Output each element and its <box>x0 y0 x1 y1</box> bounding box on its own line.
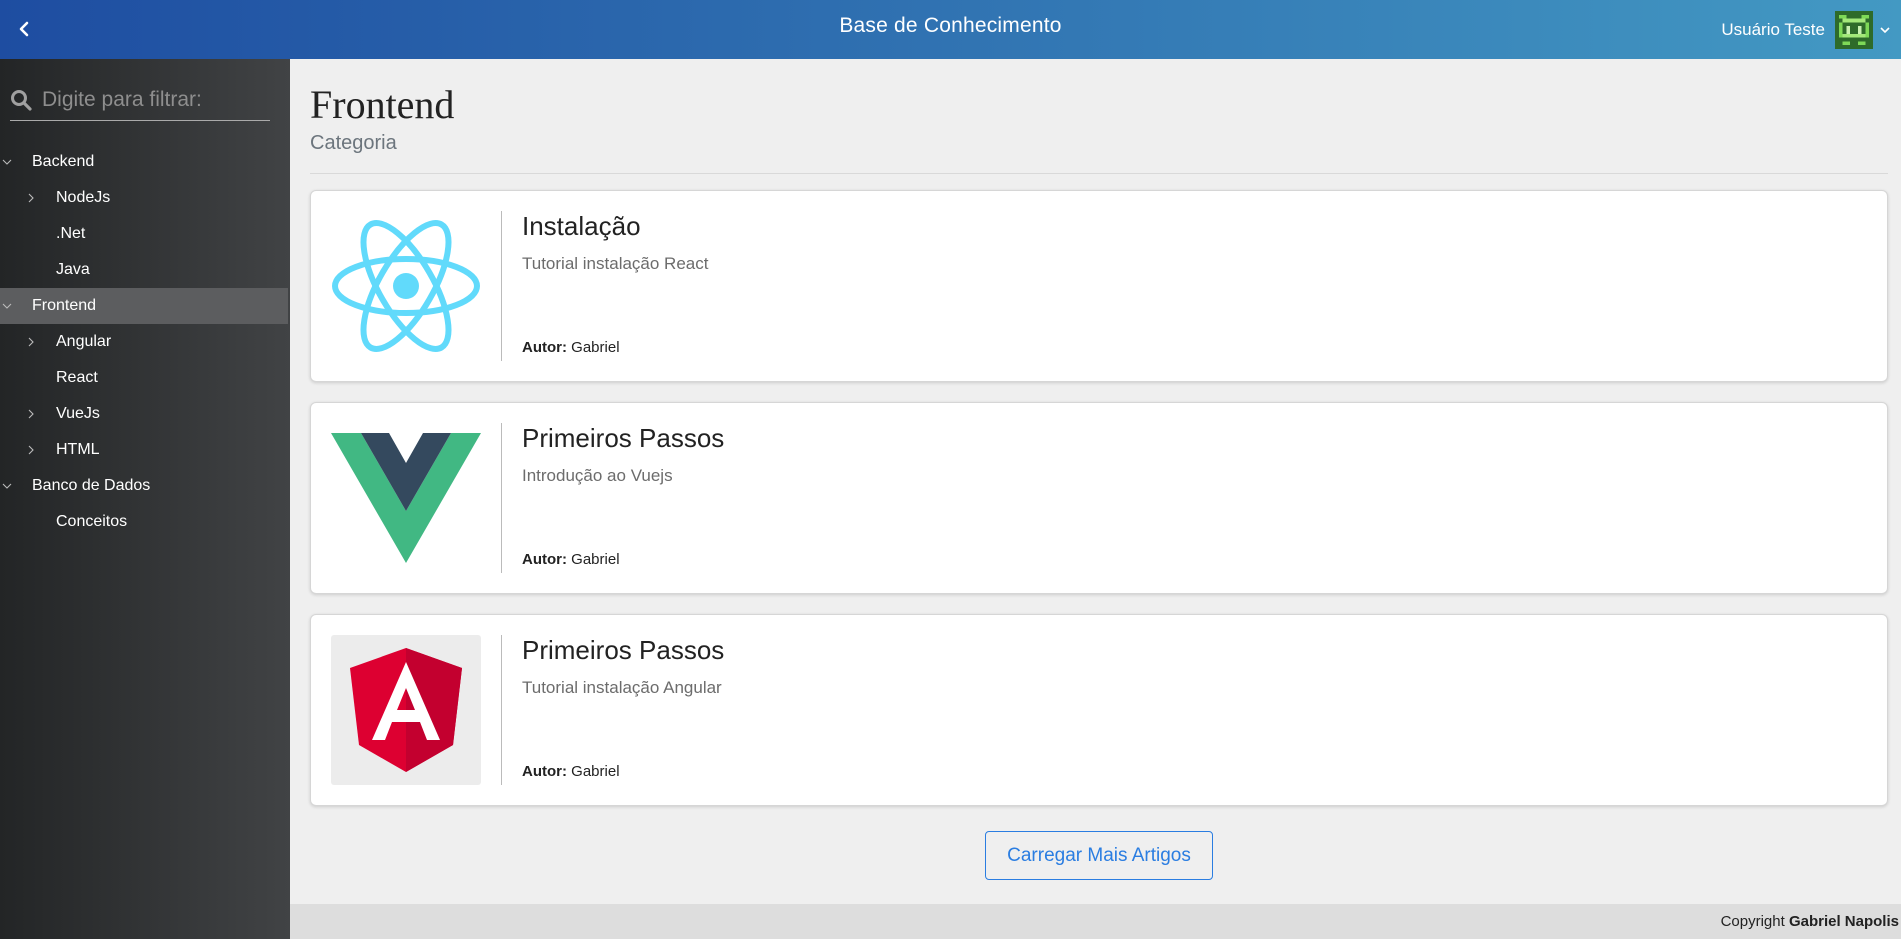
footer: Copyright Gabriel Napolis <box>290 904 1901 939</box>
react-icon <box>332 220 480 352</box>
author-label: Autor: <box>522 339 567 356</box>
app-title: Base de Conhecimento <box>839 14 1062 37</box>
tree-item-label: Frontend <box>32 297 97 314</box>
top-header: Base de Conhecimento Usuário Teste <box>0 0 1901 59</box>
article-title: Instalação <box>522 211 641 241</box>
chevron-right-icon[interactable] <box>26 409 36 419</box>
author-label: Autor: <box>522 763 567 780</box>
chevron-right-icon[interactable] <box>26 193 36 203</box>
author-name: Gabriel <box>571 763 620 780</box>
article-card[interactable]: Primeiros Passos Introdução ao Vuejs Aut… <box>310 402 1888 594</box>
user-menu[interactable]: Usuário Teste <box>1721 0 1901 59</box>
article-author: Autor: Gabriel <box>522 551 620 568</box>
author-name: Gabriel <box>571 551 620 568</box>
tree-item-label: React <box>56 369 98 386</box>
angular-icon <box>350 648 462 772</box>
article-description: Tutorial instalação React <box>522 254 709 273</box>
article-card[interactable]: Instalação Tutorial instalação React Aut… <box>310 190 1888 382</box>
tree-item-label: VueJs <box>56 405 100 422</box>
tree-item-backend[interactable]: Backend <box>0 144 288 180</box>
tree-item-banco-de-dados[interactable]: Banco de Dados <box>0 468 288 504</box>
vue-logo <box>331 423 481 573</box>
sidebar: Backend NodeJs .Net Java Frontend Angula… <box>0 59 290 939</box>
article-author: Autor: Gabriel <box>522 339 620 356</box>
tree-item-java[interactable]: Java <box>0 252 288 288</box>
tree-item-label: HTML <box>56 441 100 458</box>
tree-item-label: .Net <box>56 225 86 242</box>
tree-item-vuejs[interactable]: VueJs <box>0 396 288 432</box>
article-description: Tutorial instalação Angular <box>522 678 722 697</box>
tree-item-label: Java <box>56 261 90 278</box>
chevron-down-icon[interactable] <box>2 301 12 311</box>
load-more-button[interactable]: Carregar Mais Artigos <box>985 831 1213 880</box>
divider <box>310 173 1888 174</box>
article-title: Primeiros Passos <box>522 635 725 665</box>
main-content: Frontend Categoria Instalação Tutorial i… <box>290 59 1901 904</box>
tree-item-label: Backend <box>32 153 95 170</box>
author-label: Autor: <box>522 551 567 568</box>
chevron-right-icon[interactable] <box>26 337 36 347</box>
chevron-down-icon[interactable] <box>2 481 12 491</box>
tree-item-conceitos[interactable]: Conceitos <box>0 504 288 540</box>
article-title: Primeiros Passos <box>522 423 725 453</box>
angular-logo <box>331 635 481 785</box>
tree-item-label: Conceitos <box>56 513 128 530</box>
tree-item-label: Banco de Dados <box>32 477 151 494</box>
search-input[interactable] <box>42 87 262 112</box>
tree-item-angular[interactable]: Angular <box>0 324 288 360</box>
user-name: Usuário Teste <box>1721 19 1825 39</box>
copyright-label: Copyright <box>1720 913 1785 930</box>
article-author: Autor: Gabriel <box>522 763 620 780</box>
page-title: Frontend <box>310 82 455 127</box>
page-subtitle: Categoria <box>310 132 397 154</box>
avatar[interactable] <box>1835 10 1873 49</box>
tree-item-nodejs[interactable]: NodeJs <box>0 180 288 216</box>
card-separator <box>501 211 502 361</box>
tree-item-html[interactable]: HTML <box>0 432 288 468</box>
tree-item-frontend[interactable]: Frontend <box>0 288 288 324</box>
tree-item-label: Angular <box>56 333 112 350</box>
chevron-right-icon[interactable] <box>26 445 36 455</box>
chevron-down-icon[interactable] <box>2 157 12 167</box>
author-name: Gabriel <box>571 339 620 356</box>
card-separator <box>501 423 502 573</box>
tree-item-label: NodeJs <box>56 189 111 206</box>
search-box <box>10 79 270 121</box>
search-icon <box>11 89 32 111</box>
react-logo <box>331 211 481 361</box>
category-tree: Backend NodeJs .Net Java Frontend Angula… <box>0 144 288 540</box>
tree-item-dotnet[interactable]: .Net <box>0 216 288 252</box>
article-description: Introdução ao Vuejs <box>522 466 673 485</box>
card-separator <box>501 635 502 785</box>
article-card[interactable]: Primeiros Passos Tutorial instalação Ang… <box>310 614 1888 806</box>
copyright-author: Gabriel Napolis <box>1788 913 1899 930</box>
tree-item-react[interactable]: React <box>0 360 288 396</box>
chevron-down-icon[interactable] <box>1879 24 1891 36</box>
vue-icon <box>331 433 481 563</box>
